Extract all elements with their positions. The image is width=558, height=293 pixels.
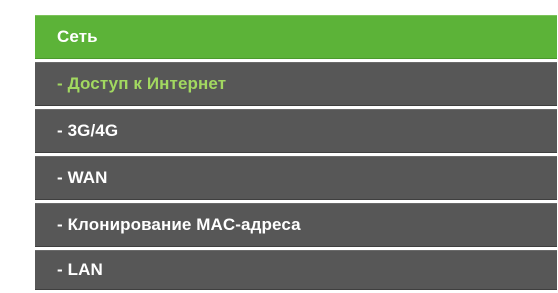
menu-item-lan[interactable]: - LAN — [35, 250, 557, 290]
menu-item-label: - LAN — [57, 260, 103, 279]
menu-item-label: - Доступ к Интернет — [57, 74, 227, 93]
menu-item-label: - 3G/4G — [57, 121, 119, 140]
menu-item-label: - WAN — [57, 168, 108, 187]
menu-item-label: - Клонирование MAC-адреса — [57, 215, 301, 234]
menu-item-internet-access[interactable]: - Доступ к Интернет — [35, 62, 557, 106]
menu-item-3g-4g[interactable]: - 3G/4G — [35, 109, 557, 153]
network-menu: Сеть - Доступ к Интернет - 3G/4G - WAN -… — [35, 15, 557, 290]
menu-header-label: Сеть — [57, 27, 98, 46]
menu-header-network[interactable]: Сеть — [35, 15, 557, 59]
menu-item-mac-clone[interactable]: - Клонирование MAC-адреса — [35, 203, 557, 247]
menu-item-wan[interactable]: - WAN — [35, 156, 557, 200]
